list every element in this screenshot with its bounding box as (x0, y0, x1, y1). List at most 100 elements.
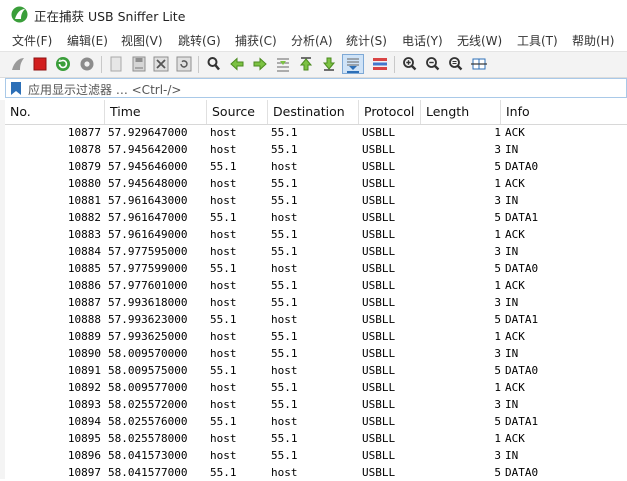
packet-number: 10880 (67, 177, 101, 190)
packet-destination: 55.1 (271, 228, 298, 241)
table-row[interactable]: 10890 58.009570000 host 55.1 USBLL 3 IN (5, 345, 627, 362)
title-bar: 正在捕获 USB Sniffer Lite (0, 0, 627, 28)
bookmark-icon[interactable] (9, 81, 23, 96)
table-row[interactable]: 10888 57.993623000 55.1 host USBLL 5 DATA1 (5, 311, 627, 328)
restart-capture-button[interactable] (53, 54, 73, 74)
column-header-length[interactable]: Length (421, 100, 501, 124)
menu-view[interactable]: 视图(V) (121, 32, 163, 49)
packet-protocol: USBLL (362, 449, 396, 462)
packet-number: 10879 (67, 160, 101, 173)
table-row[interactable]: 10894 58.025576000 55.1 host USBLL 5 DATA1 (5, 413, 627, 430)
menu-go[interactable]: 跳转(G) (178, 32, 221, 49)
first-packet-button[interactable] (296, 54, 316, 74)
open-file-button[interactable] (106, 54, 126, 74)
stop-capture-button[interactable] (30, 54, 50, 74)
packet-protocol: USBLL (362, 432, 396, 445)
table-row[interactable]: 10897 58.041577000 55.1 host USBLL 5 DATA0 (5, 464, 627, 481)
menu-tools[interactable]: 工具(T) (517, 32, 558, 49)
table-row[interactable]: 10878 57.945642000 host 55.1 USBLL 3 IN (5, 141, 627, 158)
menu-edit[interactable]: 编辑(E) (67, 32, 108, 49)
table-row[interactable]: 10884 57.977595000 host 55.1 USBLL 3 IN (5, 243, 627, 260)
packet-source: 55.1 (210, 364, 237, 377)
table-row[interactable]: 10883 57.961649000 host 55.1 USBLL 1 ACK (5, 226, 627, 243)
column-header-source[interactable]: Source (207, 100, 268, 124)
menu-capture[interactable]: 捕获(C) (235, 32, 277, 49)
auto-scroll-button[interactable] (342, 54, 364, 74)
column-header-no[interactable]: No. (5, 100, 105, 124)
save-file-button[interactable] (129, 54, 149, 74)
packet-length: 3 (494, 194, 501, 207)
packet-list-header: No. Time Source Destination Protocol Len… (5, 100, 627, 125)
find-packet-button[interactable] (204, 54, 224, 74)
column-header-time[interactable]: Time (105, 100, 207, 124)
packet-time: 58.009570000 (108, 347, 188, 360)
table-row[interactable]: 10889 57.993625000 host 55.1 USBLL 1 ACK (5, 328, 627, 345)
packet-length: 5 (494, 466, 501, 479)
table-row[interactable]: 10891 58.009575000 55.1 host USBLL 5 DATA0 (5, 362, 627, 379)
table-row[interactable]: 10880 57.945648000 host 55.1 USBLL 1 ACK (5, 175, 627, 192)
packet-protocol: USBLL (362, 143, 396, 156)
packet-destination: 55.1 (271, 177, 298, 190)
table-row[interactable]: 10896 58.041573000 host 55.1 USBLL 3 IN (5, 447, 627, 464)
packet-number: 10888 (67, 313, 101, 326)
window-title: 正在捕获 USB Sniffer Lite (34, 9, 186, 24)
packet-source: host (210, 449, 237, 462)
column-header-destination[interactable]: Destination (268, 100, 359, 124)
resize-columns-button[interactable] (469, 54, 489, 74)
packet-number: 10887 (67, 296, 101, 309)
table-row[interactable]: 10892 58.009577000 host 55.1 USBLL 1 ACK (5, 379, 627, 396)
start-capture-button[interactable] (8, 54, 28, 74)
table-row[interactable]: 10877 57.929647000 host 55.1 USBLL 1 ACK (5, 124, 627, 141)
packet-info: IN (505, 347, 519, 360)
menu-help[interactable]: 帮助(H) (572, 32, 614, 49)
menu-analyze[interactable]: 分析(A) (291, 32, 333, 49)
zoom-in-button[interactable] (400, 54, 420, 74)
table-row[interactable]: 10895 58.025578000 host 55.1 USBLL 1 ACK (5, 430, 627, 447)
menu-file[interactable]: 文件(F) (12, 32, 52, 49)
last-packet-button[interactable] (319, 54, 339, 74)
table-row[interactable]: 10882 57.961647000 55.1 host USBLL 5 DATA1 (5, 209, 627, 226)
table-row[interactable]: 10879 57.945646000 55.1 host USBLL 5 DATA0 (5, 158, 627, 175)
table-row[interactable]: 10893 58.025572000 host 55.1 USBLL 3 IN (5, 396, 627, 413)
packet-time: 57.993618000 (108, 296, 188, 309)
table-row[interactable]: 10887 57.993618000 host 55.1 USBLL 3 IN (5, 294, 627, 311)
packet-info: DATA1 (505, 211, 539, 224)
table-row[interactable]: 10881 57.961643000 host 55.1 USBLL 3 IN (5, 192, 627, 209)
packet-number: 10886 (67, 279, 101, 292)
table-row[interactable]: 10885 57.977599000 55.1 host USBLL 5 DATA0 (5, 260, 627, 277)
zoom-reset-icon (449, 57, 463, 71)
packet-source: host (210, 381, 237, 394)
restart-icon (56, 57, 70, 71)
packet-protocol: USBLL (362, 211, 396, 224)
close-file-button[interactable] (151, 54, 171, 74)
zoom-out-button[interactable] (423, 54, 443, 74)
capture-options-button[interactable] (77, 54, 97, 74)
packet-source: host (210, 279, 237, 292)
packet-protocol: USBLL (362, 228, 396, 241)
go-to-packet-button[interactable] (273, 54, 293, 74)
colorize-button[interactable] (370, 54, 390, 74)
column-header-info[interactable]: Info (501, 100, 627, 124)
zoom-in-icon (403, 57, 417, 71)
packet-info: DATA0 (505, 160, 539, 173)
packet-number: 10890 (67, 347, 101, 360)
packet-source: host (210, 177, 237, 190)
resize-columns-icon (471, 58, 487, 70)
menu-telephony[interactable]: 电话(Y) (402, 32, 443, 49)
normal-size-button[interactable] (446, 54, 466, 74)
packet-destination: 55.1 (271, 194, 298, 207)
menu-wireless[interactable]: 无线(W) (457, 32, 502, 49)
packet-time: 58.009577000 (108, 381, 188, 394)
menu-statistics[interactable]: 统计(S) (346, 32, 387, 49)
display-filter-input[interactable]: 应用显示过滤器 … <Ctrl-/> (28, 81, 181, 98)
packet-list[interactable]: No. Time Source Destination Protocol Len… (5, 100, 627, 479)
packet-source: host (210, 432, 237, 445)
packet-time: 58.025578000 (108, 432, 188, 445)
go-back-button[interactable] (227, 54, 247, 74)
table-row[interactable]: 10886 57.977601000 host 55.1 USBLL 1 ACK (5, 277, 627, 294)
go-forward-button[interactable] (250, 54, 270, 74)
column-header-protocol[interactable]: Protocol (359, 100, 421, 124)
menu-bar: 文件(F) 编辑(E) 视图(V) 跳转(G) 捕获(C) 分析(A) 统计(S… (0, 28, 627, 51)
display-filter-bar[interactable]: 应用显示过滤器 … <Ctrl-/> (5, 78, 627, 98)
reload-file-button[interactable] (174, 54, 194, 74)
